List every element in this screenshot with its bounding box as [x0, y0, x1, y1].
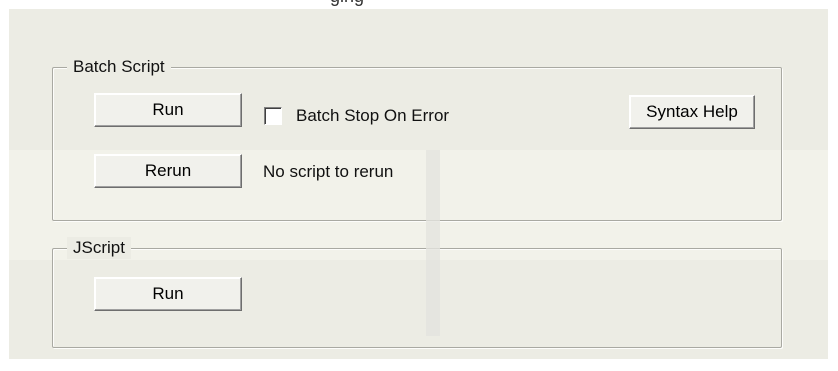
jscript-run-button[interactable]: Run	[94, 277, 242, 311]
batch-stop-on-error-label: Batch Stop On Error	[296, 106, 450, 125]
batch-run-button-label: Run	[152, 100, 184, 119]
batch-stop-on-error-option[interactable]: Batch Stop On Error	[264, 104, 449, 128]
window-title-fragment: ging	[330, 0, 364, 7]
jscript-legend: JScript	[67, 237, 131, 259]
jscript-run-button-label: Run	[152, 284, 184, 303]
batch-rerun-button[interactable]: Rerun	[94, 154, 242, 188]
syntax-help-button[interactable]: Syntax Help	[629, 95, 755, 129]
background-stripe	[426, 150, 440, 336]
jscript-group: JScript Run	[52, 237, 782, 348]
debug-panel-window: ging Batch Script Run Batch Stop On Erro…	[0, 0, 838, 371]
syntax-help-button-label: Syntax Help	[646, 102, 738, 121]
batch-rerun-button-label: Rerun	[144, 161, 192, 180]
batch-stop-on-error-checkbox[interactable]	[264, 107, 282, 125]
batch-script-legend: Batch Script	[67, 56, 171, 78]
rerun-status-text: No script to rerun	[263, 162, 394, 181]
batch-script-group: Batch Script Run Batch Stop On Error Syn…	[52, 56, 782, 221]
batch-run-button[interactable]: Run	[94, 93, 242, 127]
